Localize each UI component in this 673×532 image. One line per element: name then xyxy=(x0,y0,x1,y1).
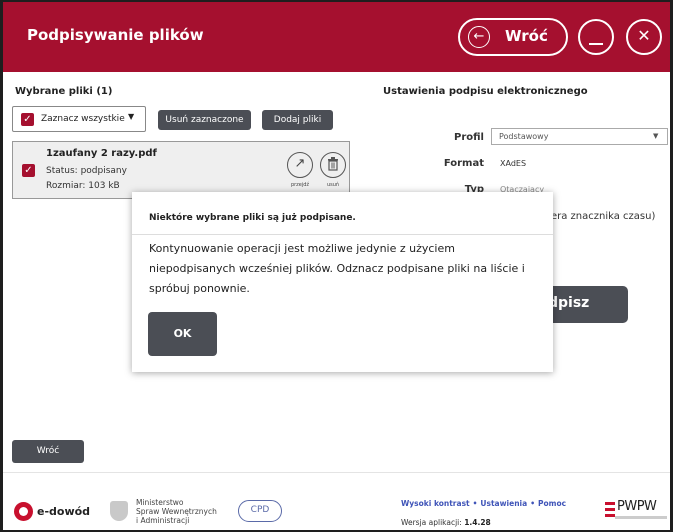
dialog-divider xyxy=(132,234,553,235)
close-icon: ✕ xyxy=(637,26,651,45)
file-size: Rozmiar: 103 kB xyxy=(46,181,120,191)
delete-file-label: usuń xyxy=(326,182,340,188)
back-button-label: Wróć xyxy=(505,27,548,45)
ministry-line-1: Ministerstwo xyxy=(136,498,184,507)
sign-button-label: dpisz xyxy=(548,295,590,311)
timestamp-option-text: wiera znacznika czasu) xyxy=(540,211,656,222)
ministry-line-2: Spraw Wewnętrznych xyxy=(136,507,217,516)
file-checkbox[interactable]: ✓ xyxy=(22,164,35,177)
dialog-title: Niektóre wybrane pliki są już podpisane. xyxy=(149,213,356,223)
edowod-logo-icon xyxy=(14,502,33,521)
select-all-dropdown[interactable]: ✓ Zaznacz wszystkie ▼ xyxy=(12,106,146,132)
app-version: Wersja aplikacji: 1.4.28 xyxy=(401,518,491,527)
warning-dialog: Niektóre wybrane pliki są już podpisane.… xyxy=(132,192,553,372)
selected-files-title: Wybrane pliki (1) xyxy=(15,86,113,97)
close-button[interactable]: ✕ xyxy=(626,19,662,55)
eagle-emblem-icon xyxy=(110,501,128,521)
trash-icon xyxy=(328,157,338,171)
file-status: Status: podpisany xyxy=(46,166,127,176)
format-label: Format xyxy=(443,158,484,169)
ministry-logo-text: Ministerstwo Spraw Wewnętrznych i Admini… xyxy=(136,498,217,525)
ministry-line-3: i Administracji xyxy=(136,516,190,525)
dialog-message: Kontynuowanie operacji jest możliwe jedy… xyxy=(149,242,525,295)
back-button-top[interactable]: ← Wróć xyxy=(458,18,568,56)
add-files-button[interactable]: Dodaj pliki xyxy=(262,110,333,130)
open-file-button[interactable]: ↗ xyxy=(287,152,313,178)
ok-button[interactable]: OK xyxy=(148,312,217,356)
separator-dot: • xyxy=(530,499,535,508)
arrow-left-icon: ← xyxy=(468,26,490,48)
signature-settings-title: Ustawienia podpisu elektronicznego xyxy=(383,86,588,97)
cpd-logo: CPD xyxy=(238,500,282,522)
open-file-label: przejdź xyxy=(290,182,310,188)
select-all-checkbox[interactable]: ✓ xyxy=(21,113,34,126)
delete-file-button[interactable] xyxy=(320,152,346,178)
high-contrast-link[interactable]: Wysoki kontrast xyxy=(401,499,470,508)
remove-selected-button[interactable]: Usuń zaznaczone xyxy=(158,110,251,130)
help-link[interactable]: Pomoc xyxy=(538,499,566,508)
pwpw-logo-text: PWPW xyxy=(617,499,657,514)
footer-divider xyxy=(3,472,670,473)
arrow-up-right-icon: ↗ xyxy=(294,156,306,171)
file-name: 1zaufany 2 razy.pdf xyxy=(46,148,157,159)
chevron-down-icon: ▼ xyxy=(128,112,135,121)
edowod-logo-text: e-dowód xyxy=(37,505,91,518)
pwpw-logo-icon xyxy=(605,500,615,520)
format-value: XAdES xyxy=(500,159,527,168)
settings-link[interactable]: Ustawienia xyxy=(480,499,527,508)
separator-dot: • xyxy=(472,499,478,508)
chevron-down-icon: ▼ xyxy=(653,132,659,140)
back-button-bottom[interactable]: Wróć xyxy=(12,440,84,463)
version-label: Wersja aplikacji: xyxy=(401,518,462,527)
footer-links: Wysoki kontrast • Ustawienia • Pomoc xyxy=(401,499,566,508)
profil-value: Podstawowy xyxy=(499,132,549,141)
pwpw-logo-subtitle xyxy=(615,516,667,519)
version-value: 1.4.28 xyxy=(464,518,491,527)
file-list-item: ✓ 1zaufany 2 razy.pdf Status: podpisany … xyxy=(12,141,350,199)
profil-select[interactable]: Podstawowy ▼ xyxy=(491,128,668,145)
app-header: Podpisywanie plików ← Wróć ✕ xyxy=(3,2,670,72)
minimize-button[interactable] xyxy=(578,19,614,55)
page-title: Podpisywanie plików xyxy=(27,26,204,44)
app-window: Podpisywanie plików ← Wróć ✕ Wybrane pli… xyxy=(3,2,670,530)
select-all-label: Zaznacz wszystkie xyxy=(41,114,125,124)
minimize-icon xyxy=(589,43,603,45)
profil-label: Profil xyxy=(454,132,484,143)
